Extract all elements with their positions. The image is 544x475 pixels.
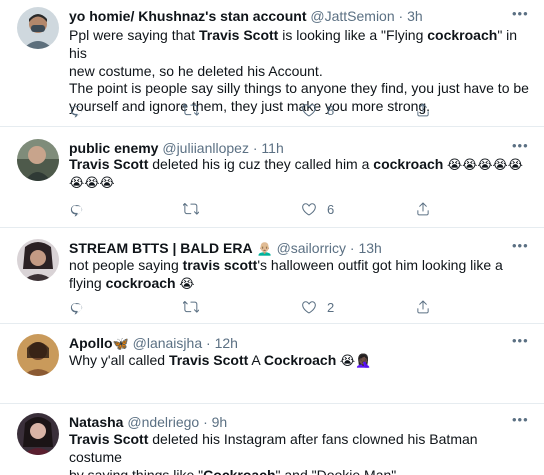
- like-count: 6: [327, 201, 335, 217]
- tweet-header: Natasha @ndelriego · 9h: [69, 413, 227, 431]
- tweet-3[interactable]: STREAM BTTS | BALD ERA 👨🏼‍🦲 @sailorricy …: [0, 228, 544, 324]
- like-button[interactable]: 8: [301, 101, 334, 119]
- retweet-button[interactable]: [183, 200, 199, 218]
- avatar[interactable]: [17, 239, 59, 281]
- user-handle[interactable]: @ndelriego: [127, 414, 199, 430]
- display-name[interactable]: yo homie/ Khushnaz's stan account: [69, 8, 306, 24]
- user-handle[interactable]: @lanaisjha: [133, 335, 202, 351]
- display-name[interactable]: public enemy: [69, 140, 158, 156]
- tweet-text-line: new costume, so he deleted his Account.: [69, 62, 323, 79]
- tweet-text-line: Why y'all called Travis Scott A Cockroac…: [69, 352, 372, 368]
- tweet-header: Apollo🦋 @lanaisjha · 12h: [69, 334, 238, 352]
- reply-icon: [70, 205, 83, 217]
- tweet-text: Why y'all called Travis Scott A Cockroac…: [69, 352, 531, 370]
- reply-button[interactable]: [69, 200, 85, 218]
- tweet-1[interactable]: yo homie/ Khushnaz's stan account @JattS…: [0, 0, 544, 127]
- share-icon: [417, 202, 429, 216]
- tweet-actions: 2: [69, 298, 529, 316]
- avatar[interactable]: [17, 413, 59, 455]
- tweet-actions: 8: [69, 101, 529, 119]
- avatar-image: [17, 334, 59, 376]
- like-button[interactable]: 2: [301, 298, 334, 316]
- more-icon[interactable]: •••: [512, 334, 528, 352]
- user-handle[interactable]: @sailorricy: [277, 240, 346, 256]
- more-icon[interactable]: •••: [512, 139, 528, 157]
- like-count: 8: [327, 102, 335, 118]
- tweet-text: not people saying travis scott's hallowe…: [69, 257, 531, 293]
- reply-button[interactable]: [69, 101, 85, 119]
- reply-icon: [70, 303, 83, 315]
- retweet-button[interactable]: [183, 298, 199, 316]
- display-name[interactable]: Natasha: [69, 414, 123, 430]
- tweet-text-line: flying cockroach 😭: [69, 274, 195, 291]
- timestamp[interactable]: 13h: [358, 240, 381, 256]
- share-button[interactable]: [415, 298, 431, 316]
- separator-dot: ·: [203, 414, 208, 430]
- retweet-icon: [183, 301, 199, 313]
- tweet-text-line: Ppl were saying that Travis Scott is loo…: [69, 27, 518, 61]
- tweet-feed: yo homie/ Khushnaz's stan account @JattS…: [0, 0, 544, 475]
- tweet-actions: 6: [69, 200, 529, 218]
- separator-dot: ·: [252, 140, 258, 156]
- heart-icon: [302, 301, 316, 314]
- avatar-image: [17, 7, 59, 49]
- share-button[interactable]: [415, 200, 431, 218]
- user-handle[interactable]: @JattSemion: [310, 8, 394, 24]
- tweet-header: yo homie/ Khushnaz's stan account @JattS…: [69, 7, 423, 25]
- timestamp[interactable]: 12h: [215, 335, 238, 351]
- retweet-icon: [183, 104, 199, 116]
- separator-dot: ·: [349, 240, 355, 256]
- avatar-image: [17, 239, 59, 281]
- avatar-image: [17, 139, 59, 181]
- user-handle[interactable]: @juliianllopez: [162, 140, 249, 156]
- timestamp[interactable]: 3h: [407, 8, 423, 24]
- tweet-text-line: not people saying travis scott's hallowe…: [69, 257, 503, 273]
- more-icon[interactable]: •••: [512, 7, 528, 25]
- avatar[interactable]: [17, 139, 59, 181]
- display-name[interactable]: Apollo: [69, 335, 113, 351]
- reply-icon: [70, 106, 83, 118]
- heart-icon: [302, 104, 316, 117]
- tweet-text-line: Travis Scott deleted his Instagram after…: [69, 431, 478, 465]
- avatar[interactable]: [17, 7, 59, 49]
- like-button[interactable]: 6: [301, 200, 334, 218]
- separator-dot: ·: [206, 335, 211, 351]
- name-emoji: 👨🏼‍🦲: [256, 241, 273, 256]
- avatar[interactable]: [17, 334, 59, 376]
- tweet-header: public enemy @juliianllopez · 11h: [69, 139, 284, 157]
- more-icon[interactable]: •••: [512, 239, 528, 257]
- share-icon: [417, 300, 429, 314]
- tweet-text: Travis Scott deleted his Instagram after…: [69, 431, 531, 475]
- separator-dot: ·: [398, 8, 404, 24]
- display-name[interactable]: STREAM BTTS | BALD ERA: [69, 240, 253, 256]
- retweet-icon: [183, 203, 199, 215]
- reply-button[interactable]: [69, 298, 85, 316]
- tweet-5[interactable]: Natasha @ndelriego · 9h ••• Travis Scott…: [0, 404, 544, 475]
- timestamp[interactable]: 9h: [212, 414, 228, 430]
- tweet-text-line: Travis Scott deleted his ig cuz they cal…: [69, 156, 523, 172]
- share-button[interactable]: [415, 101, 431, 119]
- tweet-text-line: 😭😭😭: [69, 174, 115, 190]
- timestamp[interactable]: 11h: [261, 140, 283, 156]
- tweet-text-line: The point is people say silly things to …: [69, 80, 529, 97]
- tweet-2[interactable]: public enemy @juliianllopez · 11h ••• Tr…: [0, 127, 544, 228]
- retweet-button[interactable]: [183, 101, 199, 119]
- tweet-text: Travis Scott deleted his ig cuz they cal…: [69, 156, 531, 192]
- like-count: 2: [327, 299, 335, 315]
- more-icon[interactable]: •••: [512, 413, 528, 431]
- tweet-text-line: by saying things like "Cockroach" and "D…: [69, 466, 401, 475]
- heart-icon: [302, 203, 316, 216]
- tweet-header: STREAM BTTS | BALD ERA 👨🏼‍🦲 @sailorricy …: [69, 239, 382, 257]
- name-emoji: 🦋: [112, 336, 129, 351]
- avatar-image: [17, 413, 59, 455]
- tweet-4[interactable]: Apollo🦋 @lanaisjha · 12h ••• Why y'all c…: [0, 324, 544, 404]
- share-icon: [417, 103, 429, 117]
